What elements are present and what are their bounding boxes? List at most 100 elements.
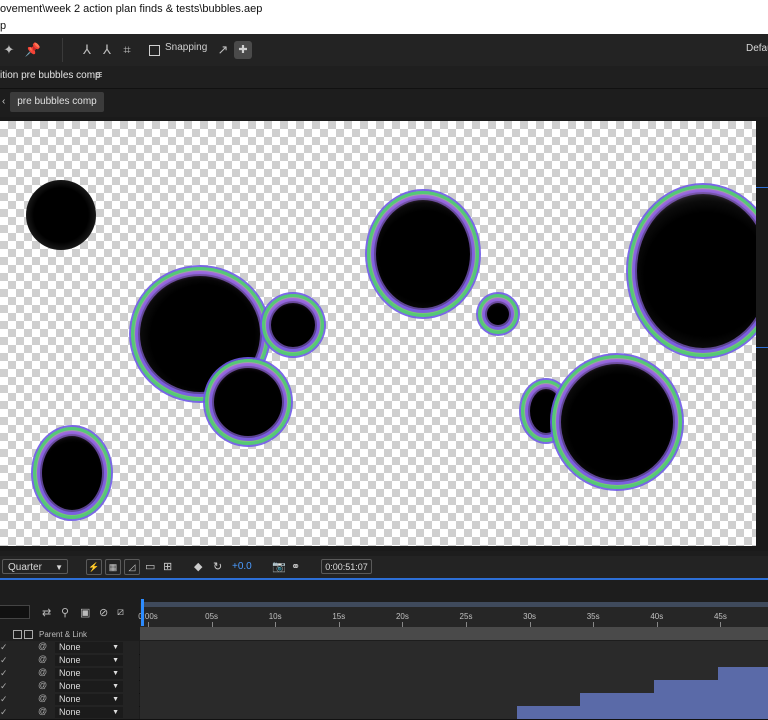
- layer-row[interactable]: ✓ @ None ▼: [0, 680, 768, 694]
- layer-track[interactable]: [140, 654, 768, 667]
- layer-controls: ✓ @ None ▼: [0, 654, 139, 667]
- axis-view-icon[interactable]: ⌗: [118, 41, 136, 59]
- layer-row[interactable]: ✓ @ None ▼: [0, 641, 768, 655]
- shy-layers-icon[interactable]: ▣: [80, 606, 90, 619]
- panel-menu-icon[interactable]: ≡: [96, 69, 102, 81]
- layer-row[interactable]: ✓ @ None ▼: [0, 654, 768, 668]
- layer-duration-bar[interactable]: [653, 680, 768, 693]
- pick-whip-icon[interactable]: @: [38, 667, 47, 677]
- layer-row[interactable]: ✓ @ None ▼: [0, 667, 768, 681]
- guides-icon[interactable]: ⊞: [163, 560, 172, 573]
- guide-marker: [756, 347, 768, 348]
- composition-panel-header: ition pre bubbles comp ≡: [0, 66, 768, 89]
- workspace-label[interactable]: Defau: [746, 43, 768, 54]
- parent-value: None: [59, 655, 81, 665]
- exposure-value[interactable]: +0.0: [232, 561, 252, 572]
- chevron-down-icon: ▼: [55, 563, 63, 572]
- time-ruler-label: 25s: [459, 612, 473, 621]
- pick-whip-icon[interactable]: @: [38, 654, 47, 664]
- time-ruler-label: 40s: [650, 612, 664, 621]
- snapping-label: Snapping: [165, 42, 208, 53]
- pick-whip-icon[interactable]: @: [38, 641, 47, 651]
- layer-row[interactable]: ✓ @ None ▼: [0, 706, 768, 720]
- channel-icon[interactable]: ◆: [194, 560, 202, 573]
- snap-edges-icon[interactable]: ↗: [214, 41, 232, 59]
- mask-visibility-icon[interactable]: ◿: [124, 559, 140, 575]
- bubble: [26, 180, 96, 250]
- work-area-bar[interactable]: [143, 602, 768, 607]
- parent-select[interactable]: None ▼: [55, 681, 123, 692]
- axis-world-icon[interactable]: ⅄: [98, 41, 116, 59]
- column-toggle-icon[interactable]: [24, 630, 33, 639]
- parent-select[interactable]: None ▼: [55, 642, 123, 653]
- layer-duration-bar[interactable]: [516, 706, 768, 719]
- layer-controls: ✓ @ None ▼: [0, 706, 139, 719]
- current-time-display[interactable]: 0:00:51:07: [321, 559, 372, 574]
- show-snapshot-icon[interactable]: ⚭: [291, 560, 300, 573]
- bubble: [552, 355, 682, 489]
- time-ruler-label: 30s: [523, 612, 537, 621]
- column-toggle-icon[interactable]: [13, 630, 22, 639]
- tab-composition[interactable]: ition pre bubbles comp: [0, 70, 101, 81]
- composition-canvas[interactable]: [0, 121, 756, 546]
- parent-select[interactable]: None ▼: [55, 694, 123, 705]
- menu-bar[interactable]: p: [0, 18, 768, 34]
- breadcrumb-back-icon[interactable]: ‹: [2, 96, 5, 107]
- frame-blending-icon[interactable]: ⊘: [99, 606, 108, 619]
- pick-whip-icon[interactable]: @: [38, 693, 47, 703]
- pick-whip-icon[interactable]: @: [38, 706, 47, 716]
- pick-whip-icon[interactable]: @: [38, 680, 47, 690]
- roto-brush-icon[interactable]: ✦: [0, 41, 18, 59]
- layer-track[interactable]: [140, 680, 768, 693]
- layer-track[interactable]: [140, 693, 768, 706]
- draft-3d-icon[interactable]: ⚲: [61, 606, 69, 619]
- fast-previews-icon[interactable]: ⚡: [86, 559, 102, 575]
- transparency-grid-icon[interactable]: ▦: [105, 559, 121, 575]
- layer-row[interactable]: ✓ @ None ▼: [0, 693, 768, 707]
- puppet-pin-icon[interactable]: 📌: [24, 41, 42, 59]
- layer-track[interactable]: [140, 667, 768, 680]
- axis-local-icon[interactable]: ⅄: [78, 41, 96, 59]
- breadcrumb-item-comp[interactable]: pre bubbles comp: [10, 92, 104, 112]
- visibility-icon[interactable]: ✓: [0, 642, 8, 653]
- parent-select[interactable]: None ▼: [55, 707, 123, 718]
- layer-controls: ✓ @ None ▼: [0, 693, 139, 706]
- bubble: [205, 359, 291, 445]
- visibility-icon[interactable]: ✓: [0, 694, 8, 705]
- visibility-icon[interactable]: ✓: [0, 681, 8, 692]
- layer-search-input[interactable]: [0, 605, 30, 619]
- track-header-bar: [140, 627, 768, 640]
- composition-flowchart-icon[interactable]: ⇄: [42, 606, 51, 619]
- chevron-down-icon: ▼: [112, 696, 119, 703]
- region-of-interest-icon[interactable]: ▭: [145, 560, 155, 573]
- resolution-value: Quarter: [8, 562, 42, 573]
- layer-duration-bar[interactable]: [717, 667, 768, 680]
- layer-duration-bar[interactable]: [579, 693, 768, 706]
- motion-blur-icon[interactable]: ⧄: [117, 606, 124, 619]
- time-ruler-label: 05s: [205, 612, 219, 621]
- resolution-select[interactable]: Quarter ▼: [2, 559, 68, 574]
- layer-controls: ✓ @ None ▼: [0, 641, 139, 654]
- composition-viewer[interactable]: [0, 117, 768, 551]
- layer-track[interactable]: [140, 641, 768, 654]
- snapshot-camera-icon[interactable]: 📷: [272, 560, 286, 573]
- visibility-icon[interactable]: ✓: [0, 668, 8, 679]
- menu-fragment[interactable]: p: [0, 20, 6, 32]
- parent-select[interactable]: None ▼: [55, 668, 123, 679]
- reset-exposure-icon[interactable]: ↻: [213, 560, 222, 573]
- bubble: [628, 185, 756, 357]
- visibility-icon[interactable]: ✓: [0, 707, 8, 718]
- visibility-icon[interactable]: ✓: [0, 655, 8, 666]
- parent-select[interactable]: None ▼: [55, 655, 123, 666]
- bubble: [33, 427, 111, 519]
- chevron-down-icon: ▼: [112, 657, 119, 664]
- viewer-controls: Quarter ▼ ⚡ ▦ ◿ ▭ ⊞ ◆ ↻ +0.0 📷 ⚭ 0:00:51…: [0, 556, 768, 578]
- snapping-checkbox[interactable]: [149, 45, 160, 56]
- current-time-indicator[interactable]: [141, 599, 144, 626]
- breadcrumb: ‹ pre bubbles comp: [0, 89, 768, 117]
- window-title: ovement\week 2 action plan finds & tests…: [0, 0, 768, 18]
- layer-track[interactable]: [140, 706, 768, 719]
- chevron-down-icon: ▼: [112, 683, 119, 690]
- time-ruler-label: 20s: [395, 612, 409, 621]
- snap-features-icon[interactable]: ✚: [234, 41, 252, 59]
